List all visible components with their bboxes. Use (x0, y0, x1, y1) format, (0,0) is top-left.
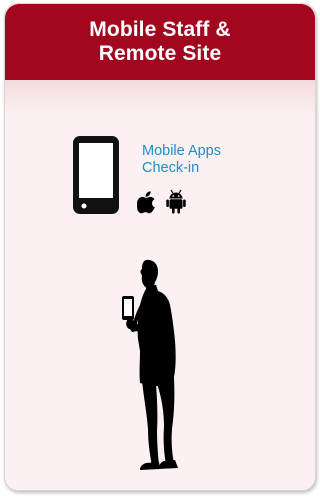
os-icons (137, 189, 186, 214)
header-title-line1: Mobile Staff & (89, 18, 231, 41)
mobile-apps-label-line1: Mobile Apps (142, 143, 221, 159)
mobile-apps-label: Mobile Apps Check-in (142, 143, 221, 177)
phone-button (81, 203, 87, 209)
person-with-phone-silhouette (122, 259, 178, 470)
panel-header: Mobile Staff & Remote Site (5, 4, 315, 80)
apple-icon (137, 191, 155, 214)
header-title-line2: Remote Site (98, 42, 222, 65)
mobile-apps-label-line2: Check-in (142, 160, 200, 176)
phone-screen (79, 143, 113, 198)
android-icon (166, 189, 186, 214)
smartphone-icon (73, 136, 119, 214)
header-gloss (5, 80, 315, 116)
